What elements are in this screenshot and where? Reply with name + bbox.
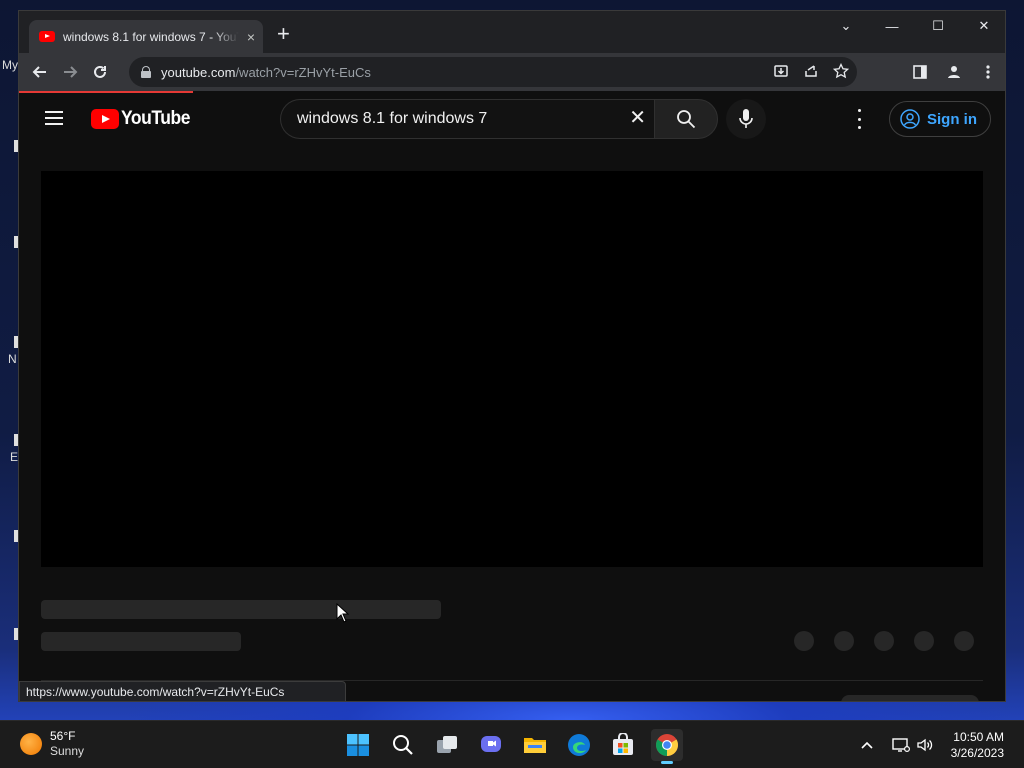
maximize-button[interactable]: ☐ bbox=[915, 11, 961, 41]
action-placeholder bbox=[874, 631, 894, 651]
star-icon[interactable] bbox=[832, 62, 850, 82]
show-hidden-icons-button[interactable] bbox=[860, 721, 874, 768]
search-query: windows 8.1 for windows 7 bbox=[297, 110, 488, 127]
search-button[interactable] bbox=[654, 99, 718, 139]
edge-button[interactable] bbox=[563, 729, 595, 761]
chrome-icon bbox=[656, 734, 678, 756]
url-host: youtube.com bbox=[161, 64, 236, 80]
share-icon[interactable] bbox=[803, 63, 819, 82]
weather-temperature: 56°F bbox=[50, 729, 76, 743]
install-icon[interactable] bbox=[773, 63, 789, 82]
menu-icon[interactable] bbox=[975, 57, 1001, 87]
desktop-icon[interactable] bbox=[0, 140, 18, 152]
clear-search-icon[interactable]: ✕ bbox=[629, 108, 646, 128]
profile-icon[interactable] bbox=[941, 57, 967, 87]
chip-placeholder bbox=[841, 695, 979, 701]
sign-in-button[interactable]: Sign in bbox=[889, 101, 991, 137]
account-icon bbox=[900, 109, 920, 129]
youtube-header: YouTube windows 8.1 for windows 7 ✕ Sign… bbox=[19, 93, 1005, 145]
back-icon[interactable] bbox=[25, 57, 55, 87]
desktop-icon[interactable] bbox=[0, 336, 18, 348]
youtube-page: YouTube windows 8.1 for windows 7 ✕ Sign… bbox=[19, 93, 1005, 701]
new-tab-button[interactable]: + bbox=[277, 23, 290, 45]
network-icon[interactable] bbox=[892, 721, 910, 768]
chevron-up-icon bbox=[861, 741, 873, 749]
teams-chat-button[interactable] bbox=[475, 729, 507, 761]
tab-close-icon[interactable]: × bbox=[247, 30, 255, 44]
youtube-logo[interactable]: YouTube bbox=[91, 108, 196, 130]
close-window-button[interactable]: ✕ bbox=[961, 11, 1005, 41]
action-placeholder bbox=[834, 631, 854, 651]
link-status-bar: https://www.youtube.com/watch?v=rZHvYt-E… bbox=[19, 681, 346, 701]
address-bar[interactable]: youtube.com/watch?v=rZHvYt-EuCs bbox=[129, 57, 857, 87]
clock-date: 3/26/2023 bbox=[950, 746, 1004, 760]
tab-title: windows 8.1 for windows 7 - YouTube bbox=[63, 29, 239, 44]
weather-condition: Sunny bbox=[50, 744, 85, 758]
search-icon bbox=[393, 735, 413, 755]
mouse-cursor-icon bbox=[336, 603, 350, 623]
reload-icon[interactable] bbox=[85, 57, 115, 87]
minimize-button[interactable]: — bbox=[869, 11, 915, 41]
title-bar: windows 8.1 for windows 7 - YouTube × + … bbox=[19, 11, 1005, 53]
title-placeholder bbox=[41, 600, 441, 619]
start-button[interactable] bbox=[342, 729, 374, 761]
taskbar-search-button[interactable] bbox=[387, 729, 419, 761]
video-player[interactable] bbox=[41, 171, 983, 567]
windows-taskbar: 56°F Sunny 10:50 AM 3/26/2023 bbox=[0, 720, 1024, 768]
task-view-icon bbox=[437, 736, 457, 753]
browser-tab[interactable]: windows 8.1 for windows 7 - YouTube × bbox=[29, 20, 263, 53]
youtube-play-icon bbox=[91, 109, 119, 129]
search-input[interactable]: windows 8.1 for windows 7 ✕ bbox=[280, 99, 654, 139]
sign-in-label: Sign in bbox=[927, 110, 977, 128]
sun-icon bbox=[20, 733, 42, 755]
desktop-icon[interactable] bbox=[0, 236, 18, 248]
system-clock[interactable]: 10:50 AM 3/26/2023 bbox=[951, 729, 1004, 761]
microphone-icon bbox=[739, 109, 753, 128]
action-placeholder bbox=[794, 631, 814, 651]
folder-icon bbox=[524, 738, 546, 753]
browser-toolbar: youtube.com/watch?v=rZHvYt-EuCs bbox=[19, 53, 1005, 91]
desktop-icon[interactable] bbox=[0, 434, 18, 446]
youtube-wordmark: YouTube bbox=[121, 108, 190, 129]
youtube-favicon-icon bbox=[39, 31, 55, 42]
lock-icon[interactable] bbox=[141, 66, 151, 78]
volume-icon[interactable] bbox=[916, 721, 934, 768]
hamburger-menu-icon[interactable] bbox=[45, 111, 63, 125]
action-placeholder bbox=[914, 631, 934, 651]
clock-time: 10:50 AM bbox=[953, 730, 1004, 744]
url-path: /watch?v=rZHvYt-EuCs bbox=[235, 64, 371, 80]
windows-logo-icon bbox=[347, 734, 369, 756]
tab-search-dropdown-icon[interactable]: ⌄ bbox=[823, 11, 869, 41]
task-view-button[interactable] bbox=[431, 729, 463, 761]
desktop-icon[interactable] bbox=[0, 530, 18, 542]
chrome-button[interactable] bbox=[651, 729, 683, 764]
sidepanel-icon[interactable] bbox=[907, 57, 933, 87]
edge-icon bbox=[568, 734, 590, 756]
file-explorer-button[interactable] bbox=[519, 729, 551, 761]
weather-widget[interactable]: 56°F Sunny bbox=[20, 729, 84, 759]
store-icon bbox=[613, 733, 633, 755]
forward-icon[interactable] bbox=[55, 57, 85, 87]
microsoft-store-button[interactable] bbox=[607, 729, 639, 761]
desktop-icon[interactable] bbox=[0, 628, 18, 640]
channel-placeholder bbox=[41, 632, 241, 651]
search-icon bbox=[677, 110, 696, 129]
action-placeholder bbox=[954, 631, 974, 651]
chrome-window: windows 8.1 for windows 7 - YouTube × + … bbox=[18, 10, 1006, 702]
settings-more-icon[interactable] bbox=[855, 109, 863, 129]
chat-icon bbox=[481, 736, 501, 752]
voice-search-button[interactable] bbox=[726, 99, 766, 139]
